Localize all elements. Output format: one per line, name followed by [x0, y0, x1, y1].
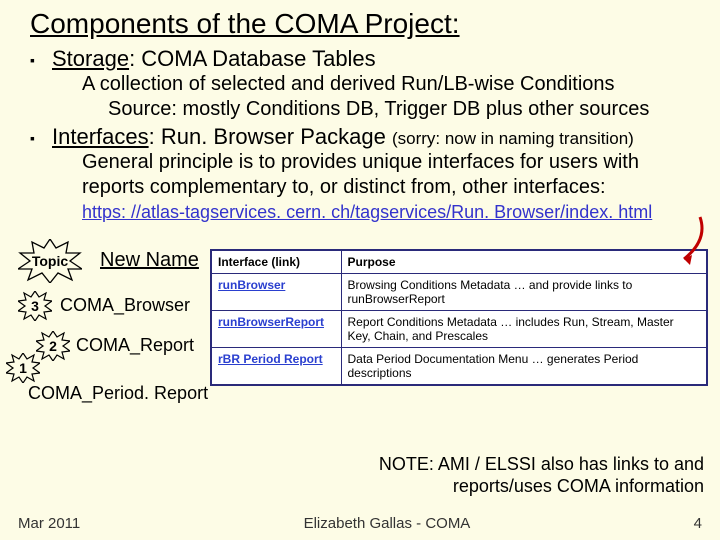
table-row: runBrowser Browsing Conditions Metadata …	[211, 274, 707, 311]
interfaces-label: Interfaces	[52, 124, 149, 149]
burst-3: 3	[18, 291, 52, 321]
interfaces-rest: : Run. Browser Package	[149, 124, 392, 149]
interfaces-paren: (sorry: now in naming transition)	[392, 129, 634, 148]
row0-purpose: Browsing Conditions Metadata … and provi…	[341, 274, 707, 311]
bullet-list: ▪ Storage: COMA Database Tables A collec…	[0, 46, 720, 223]
burst-1-label: 1	[19, 360, 27, 376]
th-interface: Interface (link)	[211, 250, 341, 274]
interface-table: Interface (link) Purpose runBrowser Brow…	[210, 249, 708, 386]
storage-rest: : COMA Database Tables	[129, 46, 376, 71]
burst-topic: Topic	[18, 239, 82, 283]
row0-link[interactable]: runBrowser	[218, 278, 285, 292]
storage-label: Storage	[52, 46, 129, 71]
storage-sub2: Source: mostly Conditions DB, Trigger DB…	[108, 97, 700, 122]
label-coma-report: COMA_Report	[76, 335, 194, 356]
footer: Mar 2011 Elizabeth Gallas - COMA 4	[0, 515, 720, 532]
footer-date: Mar 2011	[18, 515, 80, 532]
label-coma-period-report: COMA_Period. Report	[28, 383, 208, 404]
interfaces-sub1: General principle is to provides unique …	[82, 150, 700, 200]
row2-link[interactable]: rBR Period Report	[218, 352, 323, 366]
diagram-area: Topic 3 2 1 New Name COMA_Browser COMA_R…	[0, 235, 720, 435]
note-text: NOTE: AMI / ELSSI also has links to and …	[284, 454, 704, 497]
new-name-header: New Name	[100, 249, 199, 272]
footer-page: 4	[694, 515, 702, 532]
storage-sub1: A collection of selected and derived Run…	[82, 72, 700, 97]
slide-title: Components of the COMA Project:	[0, 0, 720, 44]
burst-3-label: 3	[31, 298, 39, 314]
footer-author: Elizabeth Gallas - COMA	[304, 515, 471, 532]
th-purpose: Purpose	[341, 250, 707, 274]
table-row: rBR Period Report Data Period Documentat…	[211, 348, 707, 386]
arrow-icon	[660, 215, 710, 275]
row1-link[interactable]: runBrowserReport	[218, 315, 324, 329]
bullet-marker: ▪	[30, 124, 52, 150]
label-coma-browser: COMA_Browser	[60, 295, 190, 316]
interfaces-link[interactable]: https: //atlas-tagservices. cern. ch/tag…	[82, 202, 700, 223]
table-row: runBrowserReport Report Conditions Metad…	[211, 311, 707, 348]
row1-purpose: Report Conditions Metadata … includes Ru…	[341, 311, 707, 348]
row2-purpose: Data Period Documentation Menu … generat…	[341, 348, 707, 386]
bullet-interfaces: Interfaces: Run. Browser Package (sorry:…	[52, 124, 634, 150]
burst-topic-label: Topic	[32, 253, 68, 269]
bullet-storage: Storage: COMA Database Tables	[52, 46, 376, 72]
burst-2: 2	[36, 331, 70, 361]
burst-2-label: 2	[49, 338, 57, 354]
bullet-marker: ▪	[30, 46, 52, 72]
burst-1: 1	[6, 353, 40, 383]
